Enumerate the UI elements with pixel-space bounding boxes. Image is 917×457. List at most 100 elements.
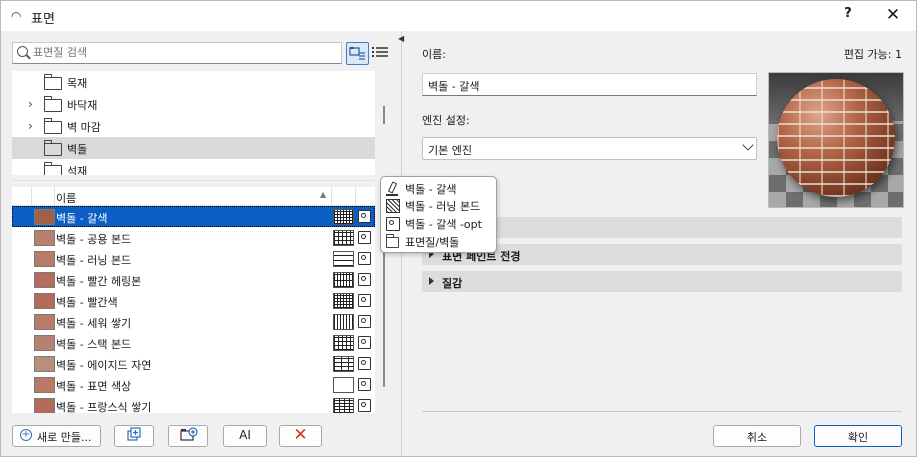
list-item-name: 벽돌 - 러닝 본드 bbox=[56, 254, 132, 267]
popup-item-label: 벽돌 - 갈색 -opt bbox=[405, 218, 482, 231]
column-divider bbox=[54, 187, 55, 205]
list-item[interactable]: 벽돌 - 갈색 bbox=[12, 206, 375, 227]
list-item[interactable]: 벽돌 - 표면 색상 bbox=[12, 374, 375, 395]
texture-image-icon[interactable] bbox=[358, 315, 371, 328]
texture-image-icon[interactable] bbox=[358, 378, 371, 391]
surface-dialog: ◠ 표면 ? ✕ 표면질 검색 목재 › 바닥재 › 벽 마감 벽돌 석재 이름… bbox=[0, 0, 917, 457]
list-item-name: 벽돌 - 공용 본드 bbox=[56, 233, 132, 246]
tree-item-label: 벽 마감 bbox=[67, 121, 101, 134]
tree-view-button[interactable] bbox=[346, 42, 369, 65]
color-swatch bbox=[34, 377, 55, 393]
list-view-button[interactable] bbox=[370, 42, 391, 63]
paint-brush-icon bbox=[386, 182, 398, 196]
engine-select[interactable]: 기본 엔진 bbox=[422, 137, 757, 160]
help-button[interactable]: ? bbox=[837, 6, 859, 26]
folder-icon bbox=[44, 74, 62, 90]
close-button[interactable]: ✕ bbox=[881, 5, 905, 27]
tree-item[interactable]: 벽돌 bbox=[12, 137, 375, 159]
cancel-button[interactable]: 취소 bbox=[713, 425, 801, 447]
column-divider bbox=[355, 187, 356, 205]
texture-image-icon[interactable] bbox=[358, 252, 371, 265]
name-field[interactable]: 벽돌 - 갈색 bbox=[422, 73, 757, 96]
chevron-down-icon bbox=[742, 139, 754, 151]
duplicate-button[interactable] bbox=[114, 425, 154, 447]
name-column-header[interactable]: 이름 bbox=[56, 190, 76, 206]
left-panel: 목재 › 바닥재 › 벽 마감 벽돌 석재 bbox=[1, 31, 395, 456]
hatch-pattern-icon bbox=[333, 377, 354, 393]
ok-button[interactable]: 확인 bbox=[814, 425, 902, 447]
texture-image-icon[interactable] bbox=[358, 231, 371, 244]
column-divider bbox=[331, 187, 332, 205]
engine-label: 엔진 설정: bbox=[422, 114, 470, 127]
chevron-right-icon[interactable]: › bbox=[28, 97, 33, 111]
color-swatch bbox=[34, 314, 55, 330]
hatch-pattern-icon bbox=[333, 335, 354, 351]
tree-item[interactable]: 석재 bbox=[12, 159, 375, 175]
ok-button-label: 확인 bbox=[847, 431, 869, 444]
hatch-pattern-icon bbox=[333, 272, 354, 288]
hatch-pattern-icon bbox=[333, 314, 354, 330]
surface-list: 이름 ▲ 벽돌 - 갈색벽돌 - 공용 본드벽돌 - 러닝 본드벽돌 - 빨간 … bbox=[12, 187, 375, 413]
surface-icon: ◠ bbox=[11, 9, 22, 23]
folder-icon bbox=[44, 96, 62, 112]
texture-image-icon[interactable] bbox=[358, 210, 371, 223]
rename-icon: AI bbox=[239, 428, 251, 442]
list-item[interactable]: 벽돌 - 공용 본드 bbox=[12, 227, 375, 248]
list-item[interactable]: 벽돌 - 러닝 본드 bbox=[12, 248, 375, 269]
folder-icon bbox=[44, 140, 62, 156]
list-item[interactable]: 벽돌 - 세워 쌓기 bbox=[12, 311, 375, 332]
brick-sphere-preview bbox=[777, 79, 895, 197]
new-button[interactable]: + 새로 만들... bbox=[12, 425, 101, 447]
list-item[interactable]: 벽돌 - 스택 본드 bbox=[12, 332, 375, 353]
list-item-name: 벽돌 - 갈색 bbox=[56, 212, 108, 225]
popup-item-label: 벽돌 - 갈색 bbox=[405, 183, 457, 196]
tree-scrollbar[interactable] bbox=[383, 106, 385, 124]
list-item-name: 벽돌 - 빨간 헤링본 bbox=[56, 275, 142, 288]
list-item-name: 벽돌 - 프랑스식 쌓기 bbox=[56, 401, 152, 413]
texture-image-icon[interactable] bbox=[358, 399, 371, 412]
column-divider bbox=[31, 187, 32, 205]
color-swatch bbox=[34, 293, 55, 309]
list-item[interactable]: 벽돌 - 빨간 헤링본 bbox=[12, 269, 375, 290]
search-input[interactable] bbox=[33, 44, 333, 60]
search-icon bbox=[17, 46, 28, 57]
popup-item: 벽돌 - 러닝 본드 bbox=[385, 197, 493, 213]
texture-image-icon[interactable] bbox=[358, 357, 371, 370]
section-texture[interactable]: 질감 bbox=[422, 271, 902, 292]
list-item[interactable]: 벽돌 - 프랑스식 쌓기 bbox=[12, 395, 375, 413]
tree-item-label: 벽돌 bbox=[67, 143, 88, 156]
new-folder-button[interactable] bbox=[168, 425, 208, 447]
list-item[interactable]: 벽돌 - 빨간색 bbox=[12, 290, 375, 311]
list-item-name: 벽돌 - 빨간색 bbox=[56, 296, 118, 309]
list-item[interactable]: 벽돌 - 에이지드 자연 bbox=[12, 353, 375, 374]
rename-button[interactable]: AI bbox=[223, 425, 267, 447]
folder-icon bbox=[44, 118, 62, 134]
list-item-name: 벽돌 - 에이지드 자연 bbox=[56, 359, 152, 372]
delete-button[interactable]: ✕ bbox=[279, 425, 322, 447]
folder-tree-icon bbox=[349, 47, 365, 60]
popup-item-label: 벽돌 - 러닝 본드 bbox=[405, 200, 481, 213]
color-swatch bbox=[34, 398, 55, 413]
hatch-pattern-icon bbox=[333, 398, 354, 413]
texture-image-icon[interactable] bbox=[358, 294, 371, 307]
list-header[interactable]: 이름 ▲ bbox=[12, 187, 375, 206]
tree-item[interactable]: › 벽 마감 bbox=[12, 115, 375, 137]
hatch-pattern-icon bbox=[333, 230, 354, 246]
texture-image-icon[interactable] bbox=[358, 336, 371, 349]
new-button-label: 새로 만들... bbox=[37, 431, 92, 444]
hatch-pattern-icon bbox=[386, 199, 400, 213]
texture-image-icon[interactable] bbox=[358, 273, 371, 286]
color-swatch bbox=[34, 251, 55, 267]
tree-item-label: 바닥재 bbox=[67, 99, 98, 112]
search-box[interactable] bbox=[12, 42, 342, 64]
panel-splitter[interactable] bbox=[12, 180, 375, 181]
tree-item[interactable]: › 바닥재 bbox=[12, 93, 375, 115]
list-item-name: 벽돌 - 스택 본드 bbox=[56, 338, 132, 351]
color-swatch bbox=[34, 272, 55, 288]
color-swatch bbox=[34, 335, 55, 351]
folder-icon bbox=[44, 162, 62, 175]
expand-arrow-icon bbox=[429, 277, 434, 285]
tree-item[interactable]: 목재 bbox=[12, 71, 375, 93]
chevron-right-icon[interactable]: › bbox=[28, 119, 33, 133]
delete-icon: ✕ bbox=[293, 425, 308, 445]
